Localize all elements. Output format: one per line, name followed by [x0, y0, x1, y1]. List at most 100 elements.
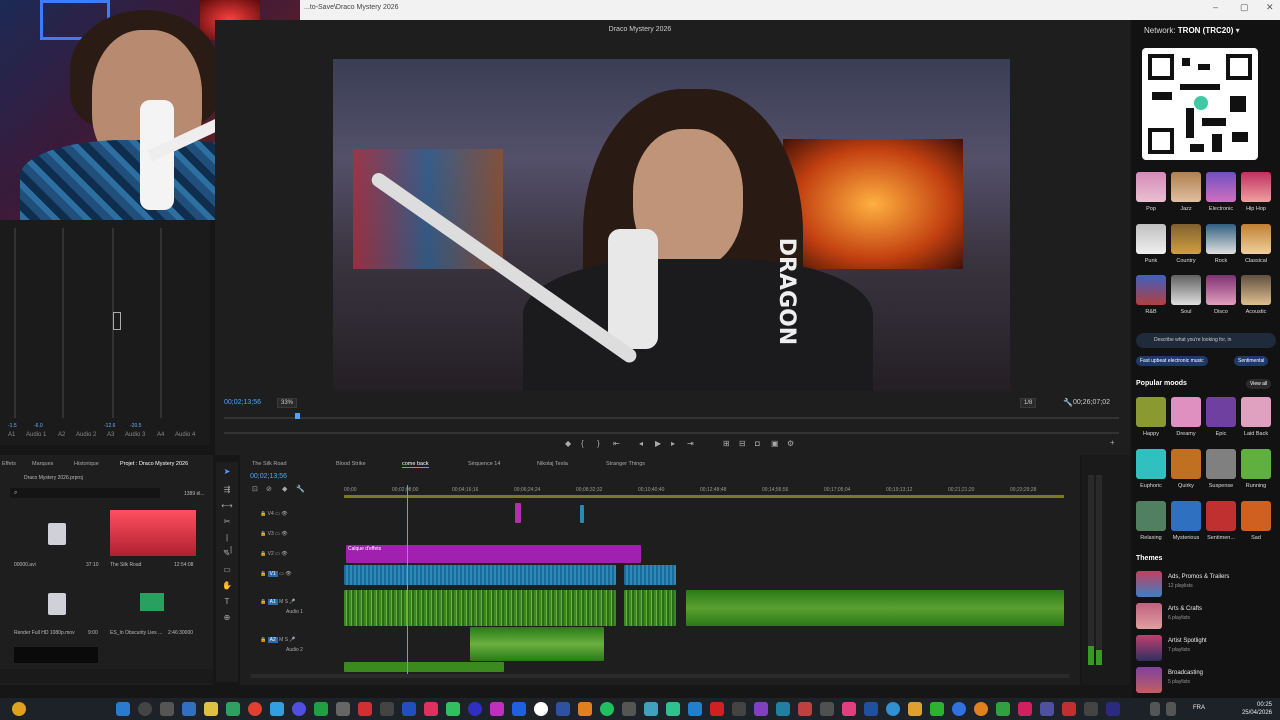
silk-road-thumbnail[interactable] — [110, 510, 196, 556]
meter-fader[interactable] — [113, 312, 121, 330]
wrench-icon[interactable]: 🔧 — [1063, 398, 1073, 407]
linked-icon[interactable]: ⊘ — [266, 485, 272, 493]
scrub-bar[interactable] — [224, 432, 1119, 434]
view-all-button[interactable]: View all — [1246, 379, 1272, 389]
work-area-bar[interactable] — [344, 495, 1064, 498]
mood-hiphop[interactable] — [1241, 172, 1271, 202]
playhead-marker[interactable] — [295, 413, 300, 419]
mood-epic[interactable] — [1206, 397, 1236, 427]
mood-punk[interactable] — [1136, 224, 1166, 254]
app-icon[interactable] — [710, 702, 724, 716]
pen-icon[interactable]: ✎ — [221, 548, 233, 560]
theme-item[interactable]: Ads, Promos & Trailers 12 playlists — [1136, 571, 1276, 597]
app-icon[interactable] — [622, 702, 636, 716]
task-view-icon[interactable] — [160, 702, 174, 716]
a3-audio-clip[interactable] — [344, 662, 504, 672]
effects-layer-clip[interactable]: Calque d'effets — [346, 545, 641, 563]
mood-mysterious[interactable] — [1171, 501, 1201, 531]
tray-chevron-icon[interactable] — [1150, 702, 1160, 716]
app-icon[interactable] — [336, 702, 350, 716]
settings-icon[interactable]: ⚙ — [787, 439, 794, 448]
app-icon[interactable] — [424, 702, 438, 716]
mood-soul[interactable] — [1171, 275, 1201, 305]
v4-clip[interactable] — [515, 503, 521, 523]
premiere-taskbar-icon[interactable] — [1106, 702, 1120, 716]
mood-classical[interactable] — [1241, 224, 1271, 254]
hand-icon[interactable]: ✋ — [221, 580, 233, 592]
suggestion-chip[interactable]: Sentimental — [1234, 356, 1269, 366]
tab-sequence[interactable]: Stranger Things — [606, 461, 645, 467]
camera-icon[interactable]: ◘ — [755, 439, 760, 448]
timeline-playhead[interactable] — [407, 485, 408, 675]
playhead-timecode[interactable]: 00;02;13;56 — [224, 399, 261, 406]
mood-disco[interactable] — [1206, 275, 1236, 305]
widgets-icon[interactable] — [182, 702, 196, 716]
v4-clip[interactable] — [580, 505, 584, 523]
app-icon[interactable] — [534, 702, 548, 716]
black-clip-thumbnail[interactable] — [14, 647, 98, 663]
track-select-icon[interactable]: ⇶ — [221, 484, 233, 496]
maximize-button[interactable]: ▢ — [1240, 2, 1249, 13]
app-icon[interactable] — [1018, 702, 1032, 716]
app-icon[interactable] — [358, 702, 372, 716]
tab-sequence[interactable]: The Silk Road — [252, 461, 287, 467]
a2-audio-clip[interactable] — [470, 627, 604, 661]
language-indicator[interactable]: FRA — [1193, 705, 1205, 711]
app-icon[interactable] — [490, 702, 504, 716]
mini-timeline[interactable] — [224, 417, 1119, 419]
app-icon[interactable] — [1084, 702, 1098, 716]
app-icon[interactable] — [930, 702, 944, 716]
wrench-icon[interactable]: 🔧 — [296, 485, 305, 493]
mood-pop[interactable] — [1136, 172, 1166, 202]
rectangle-icon[interactable]: ▭ — [221, 564, 233, 576]
a1-audio-clip[interactable] — [624, 590, 676, 626]
app-icon[interactable] — [666, 702, 680, 716]
music-search-input[interactable]: Describe what you're looking for, in — [1136, 333, 1276, 348]
app-icon[interactable] — [952, 702, 966, 716]
app-icon[interactable] — [270, 702, 284, 716]
tab-history[interactable]: Historique — [74, 461, 99, 467]
search-icon[interactable] — [138, 702, 152, 716]
telegram-icon[interactable] — [688, 702, 702, 716]
mood-country[interactable] — [1171, 224, 1201, 254]
snap-icon[interactable]: ⊡ — [252, 485, 258, 493]
tab-sequence[interactable]: come back — [402, 461, 429, 468]
theme-item[interactable]: Broadcasting 5 playlists — [1136, 667, 1276, 693]
tab-sequence[interactable]: Séquence 14 — [468, 461, 500, 467]
app-icon[interactable] — [1040, 702, 1054, 716]
go-to-in-icon[interactable]: ⇤ — [613, 439, 620, 448]
app-icon[interactable] — [886, 702, 900, 716]
type-icon[interactable]: T — [221, 596, 233, 608]
app-icon[interactable] — [776, 702, 790, 716]
export-frame-icon[interactable]: ▣ — [771, 439, 779, 448]
ripple-edit-icon[interactable]: ⟷ — [221, 500, 233, 512]
mood-relaxing[interactable] — [1136, 501, 1166, 531]
app-icon[interactable] — [226, 702, 240, 716]
resolution-dropdown[interactable]: 1/8 — [1020, 398, 1037, 408]
go-to-out-icon[interactable]: ⇥ — [687, 439, 694, 448]
app-icon[interactable] — [908, 702, 922, 716]
app-icon[interactable] — [644, 702, 658, 716]
step-forward-icon[interactable]: ▸ — [671, 439, 675, 448]
app-icon[interactable] — [864, 702, 878, 716]
marker-add-icon[interactable]: ◆ — [282, 485, 287, 493]
mood-euphoric[interactable] — [1136, 449, 1166, 479]
tab-effects[interactable]: Effets — [2, 461, 16, 467]
audio-file-icon[interactable] — [140, 593, 164, 611]
a1-music-clip[interactable] — [686, 590, 1064, 626]
theme-item[interactable]: Arts & Crafts 6 playlists — [1136, 603, 1276, 629]
slip-icon[interactable]: |↔| — [221, 532, 233, 554]
mood-happy[interactable] — [1136, 397, 1166, 427]
v1-video-clip[interactable] — [344, 565, 616, 585]
premiere-file-icon[interactable] — [48, 593, 66, 615]
mood-dreamy[interactable] — [1171, 397, 1201, 427]
network-icon[interactable] — [1166, 702, 1176, 716]
a1-audio-clip[interactable] — [344, 590, 616, 626]
v1-video-clip[interactable] — [624, 565, 676, 585]
mood-jazz[interactable] — [1171, 172, 1201, 202]
mood-sad[interactable] — [1241, 501, 1271, 531]
close-button[interactable]: ✕ — [1266, 2, 1274, 13]
app-icon[interactable] — [446, 702, 460, 716]
weather-icon[interactable] — [12, 702, 26, 716]
timeline-scrollbar[interactable] — [250, 674, 1070, 678]
